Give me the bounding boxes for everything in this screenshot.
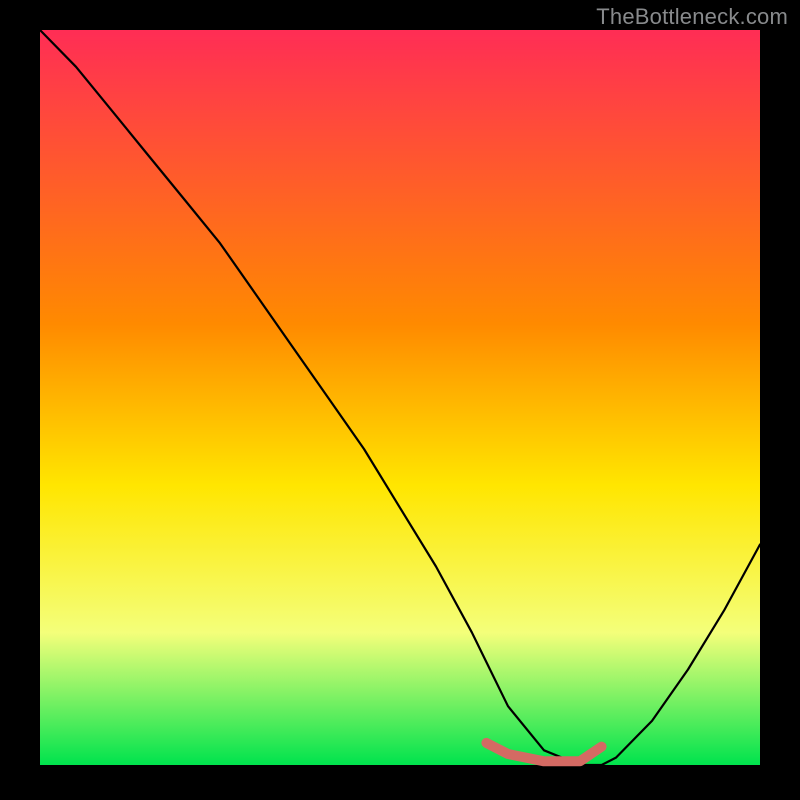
gradient-plot-area xyxy=(40,30,760,765)
chart-frame: TheBottleneck.com xyxy=(0,0,800,800)
bottleneck-chart xyxy=(0,0,800,800)
